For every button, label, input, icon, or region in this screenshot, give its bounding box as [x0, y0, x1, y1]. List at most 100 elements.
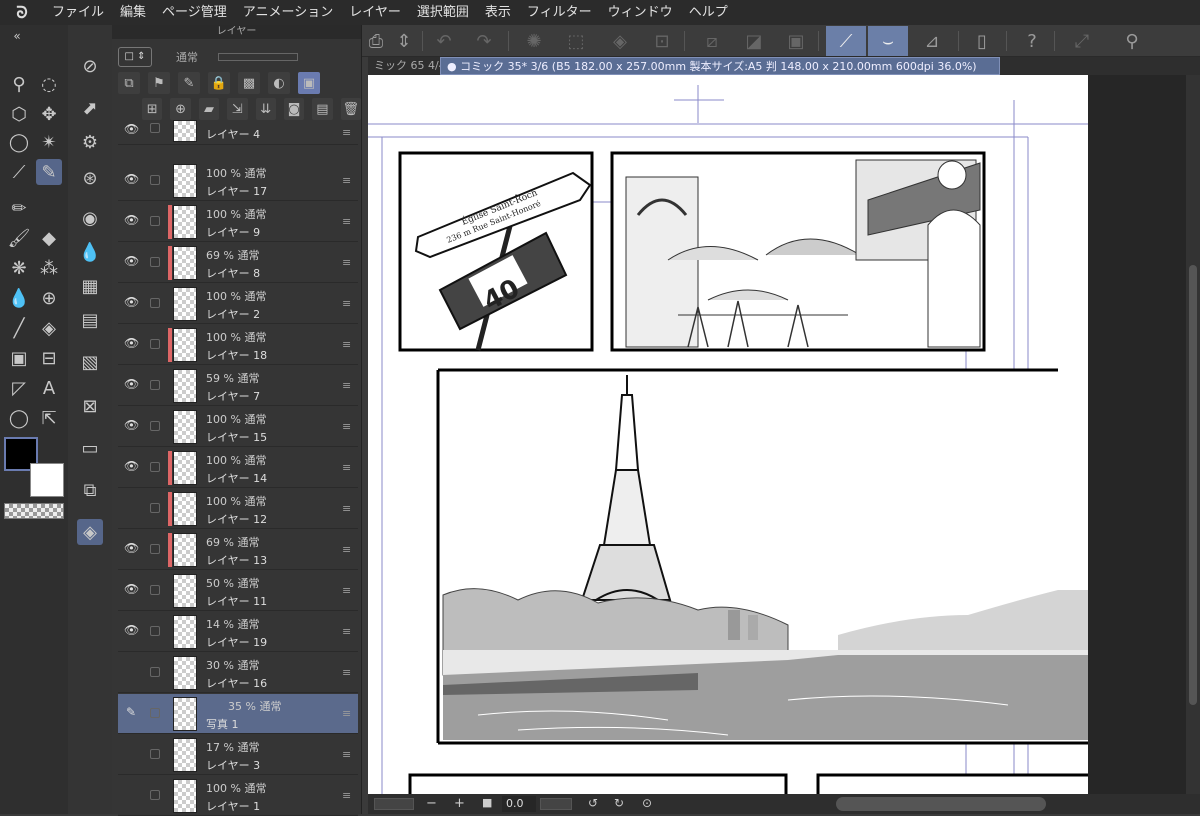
lock-alpha-icon[interactable]: ▩: [238, 72, 260, 94]
doc-tab-inactive[interactable]: ミック 65 4/4: [368, 57, 440, 75]
layer-row[interactable]: 👁 69 % 通常 レイヤー 13 ≡: [118, 530, 358, 570]
blend-mode-select[interactable]: □ ⇕: [118, 47, 152, 67]
layer-row[interactable]: 30 % 通常 レイヤー 16 ≡: [118, 653, 358, 693]
eye-icon[interactable]: 👁: [124, 582, 139, 596]
drag-handle-icon[interactable]: ≡: [342, 748, 351, 761]
drag-handle-icon[interactable]: ≡: [342, 666, 351, 679]
lock-icon[interactable]: 🔒: [208, 72, 230, 94]
mesh-icon[interactable]: ⊕: [36, 285, 62, 311]
drag-handle-icon[interactable]: ≡: [342, 502, 351, 515]
vertical-scroll-thumb[interactable]: [1189, 265, 1197, 705]
layer-select-checkbox[interactable]: [150, 339, 160, 349]
mask-add-icon[interactable]: ◙: [283, 98, 305, 120]
brush-size-icon[interactable]: ⊛: [77, 165, 103, 191]
blend-mode-label[interactable]: 通常: [176, 49, 198, 65]
blend-icon[interactable]: 💧: [6, 285, 32, 311]
eye-icon[interactable]: 👁: [124, 418, 139, 432]
drag-handle-icon[interactable]: ≡: [342, 789, 351, 802]
crop-icon[interactable]: ▣: [782, 27, 810, 55]
layer-row[interactable]: 👁 100 % 通常 レイヤー 17 ≡: [118, 161, 358, 201]
layer-color-icon[interactable]: ▣: [298, 72, 320, 94]
eye-icon[interactable]: 👁: [124, 623, 139, 637]
ruler-icon[interactable]: ◸: [6, 375, 32, 401]
eye-icon[interactable]: 👁: [124, 459, 139, 473]
layer-select-checkbox[interactable]: [150, 421, 160, 431]
vertical-scrollbar[interactable]: [1186, 75, 1200, 794]
hidden-eye-slot[interactable]: [124, 664, 138, 678]
zoom-slider[interactable]: [374, 798, 414, 810]
layer-select-checkbox[interactable]: [150, 790, 160, 800]
menu-selection[interactable]: 選択範囲: [409, 0, 477, 25]
rotation-value[interactable]: 0.0: [502, 796, 536, 812]
loading-icon[interactable]: ✺: [520, 27, 548, 55]
rotate-left-icon[interactable]: ↺: [588, 796, 598, 810]
layer-select-checkbox[interactable]: [150, 123, 160, 133]
line-icon[interactable]: ╱: [6, 315, 32, 341]
layer-select-checkbox[interactable]: [150, 585, 160, 595]
ruler-snap-icon[interactable]: ⟋: [826, 26, 866, 56]
layer-select-checkbox[interactable]: [150, 503, 160, 513]
zoom-icon[interactable]: ⚲: [6, 71, 32, 97]
undo-icon[interactable]: ↶: [430, 27, 458, 55]
horizontal-scroll-thumb[interactable]: [836, 797, 1046, 811]
rotation-slider[interactable]: [540, 798, 572, 810]
drag-handle-icon[interactable]: ≡: [342, 543, 351, 556]
eye-icon[interactable]: 👁: [124, 254, 139, 268]
menu-filter[interactable]: フィルター: [519, 0, 600, 25]
doc-tab-active[interactable]: ● コミック 35* 3/6 (B5 182.00 x 257.00mm 製本サ…: [440, 57, 1000, 75]
drag-handle-icon[interactable]: ≡: [342, 584, 351, 597]
layer-row[interactable]: 👁 59 % 通常 レイヤー 7 ≡: [118, 366, 358, 406]
hidden-eye-slot[interactable]: [124, 500, 138, 514]
device-icon[interactable]: ▯: [968, 27, 996, 55]
navigator-icon[interactable]: ⊘: [77, 53, 103, 79]
brush-icon[interactable]: 🖌: [6, 225, 32, 251]
pen-edit-icon[interactable]: ✎: [124, 705, 138, 719]
drag-handle-icon[interactable]: ≡: [342, 256, 351, 269]
redo-icon[interactable]: ↷: [470, 27, 498, 55]
drag-handle-icon[interactable]: ≡: [342, 297, 351, 310]
eye-icon[interactable]: 👁: [124, 213, 139, 227]
menu-window[interactable]: ウィンドウ: [600, 0, 681, 25]
reference-icon[interactable]: ⚑: [148, 72, 170, 94]
drag-handle-icon[interactable]: ≡: [342, 379, 351, 392]
layer-select-checkbox[interactable]: [150, 667, 160, 677]
layer-select-checkbox[interactable]: [150, 749, 160, 759]
text-icon[interactable]: A: [36, 375, 62, 401]
move-icon[interactable]: ✥: [36, 101, 62, 127]
stop-icon[interactable]: ■: [482, 796, 492, 809]
layer-select-checkbox[interactable]: [150, 257, 160, 267]
layer-row[interactable]: 17 % 通常 レイヤー 3 ≡: [118, 735, 358, 775]
eraser-icon[interactable]: ◆: [36, 225, 62, 251]
material-icon[interactable]: ▧: [77, 349, 103, 375]
gradient-icon[interactable]: ▣: [6, 345, 32, 371]
grid-snap-icon[interactable]: ⊿: [918, 27, 946, 55]
tool-property-icon[interactable]: ⚙: [77, 129, 103, 155]
invert-icon[interactable]: ◪: [740, 27, 768, 55]
zoom-out-button[interactable]: −: [426, 796, 437, 811]
menu-layer[interactable]: レイヤー: [341, 0, 409, 25]
drag-handle-icon[interactable]: ≡: [342, 420, 351, 433]
collapse-icon[interactable]: «: [4, 29, 30, 43]
drag-handle-icon[interactable]: ≡: [342, 174, 351, 187]
pencil-icon[interactable]: ✏: [6, 195, 32, 221]
pen-icon[interactable]: ✎: [36, 159, 62, 185]
correct-line-icon[interactable]: ⇱: [36, 405, 62, 431]
layer-row[interactable]: 👁 100 % 通常 レイヤー 14 ≡: [118, 448, 358, 488]
draft-icon[interactable]: ✎: [178, 72, 200, 94]
reset-rotation-icon[interactable]: ⊙: [642, 796, 652, 810]
layer-row[interactable]: 👁 14 % 通常 レイヤー 19 ≡: [118, 612, 358, 652]
layer-row[interactable]: 👁 69 % 通常 レイヤー 8 ≡: [118, 243, 358, 283]
layer-select-checkbox[interactable]: [150, 462, 160, 472]
resize-icon[interactable]: ⤢: [1068, 27, 1096, 55]
layer-row[interactable]: 👁 100 % 通常 レイヤー 18 ≡: [118, 325, 358, 365]
special-ruler-snap-icon[interactable]: ⌣: [868, 26, 908, 56]
manga-page[interactable]: Église Saint-Roch 236 m Rue Saint-Honoré…: [368, 75, 1158, 794]
layer-stack-icon[interactable]: ⧉: [77, 477, 103, 503]
clip-icon[interactable]: ⧉: [118, 72, 140, 94]
mask-icon[interactable]: ◐: [268, 72, 290, 94]
layer-search-icon[interactable]: ▭: [77, 435, 103, 461]
layer-row[interactable]: 100 % 通常 レイヤー 1 ≡: [118, 776, 358, 816]
menu-file[interactable]: ファイル: [44, 0, 112, 25]
layer-select-checkbox[interactable]: [150, 175, 160, 185]
magic-wand-icon[interactable]: ✴: [36, 129, 62, 155]
